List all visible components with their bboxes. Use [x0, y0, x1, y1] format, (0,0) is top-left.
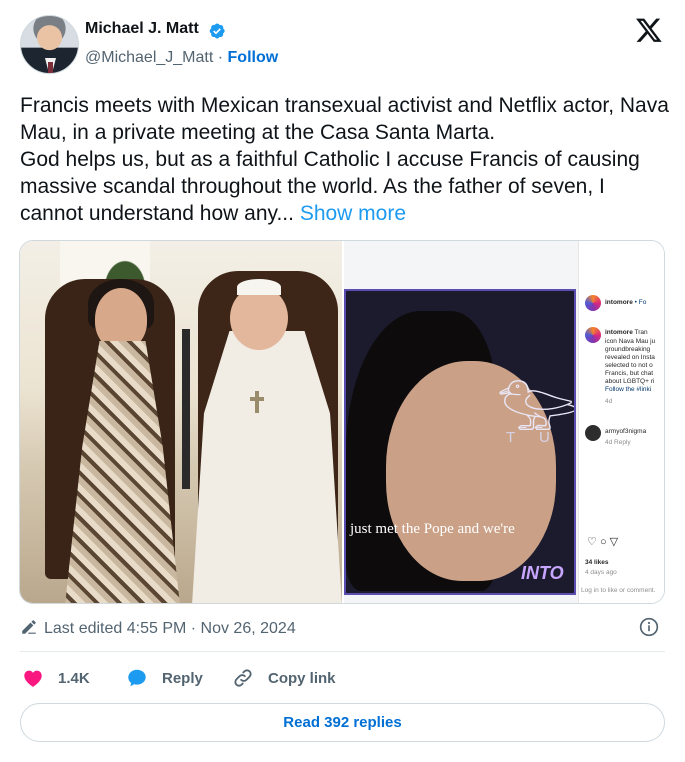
- avatar-tie: [48, 62, 53, 73]
- separator-dot: ·: [217, 49, 224, 66]
- author-avatar[interactable]: [20, 15, 79, 74]
- x-logo-icon[interactable]: [635, 16, 663, 44]
- ig-comment-line-5: Francis, but chat: [605, 370, 654, 377]
- photo-instagram-screenshot[interactable]: 𓅰 T U just met the Pope and we're INTO i…: [344, 241, 664, 603]
- video-sign-letters: T U: [506, 429, 560, 446]
- video-frame: 𓅰 T U just met the Pope and we're INTO: [344, 289, 576, 595]
- info-icon[interactable]: [639, 617, 659, 637]
- copy-link-button[interactable]: Copy link: [232, 666, 336, 690]
- tweet-embed-card: Michael J. Matt @Michael_J_Matt · Follow…: [0, 0, 685, 762]
- ig-comment-line-7: Follow the #linki: [605, 386, 652, 393]
- like-button[interactable]: 1.4K: [22, 666, 90, 690]
- show-more-link[interactable]: Show more: [300, 202, 406, 225]
- ig-comment-line-3: revealed on Insta: [605, 354, 655, 361]
- read-replies-button[interactable]: Read 392 replies: [20, 703, 665, 742]
- ig-date: 4 days ago: [585, 569, 617, 576]
- instagram-panel: intomore • Fo intomore Tran icon Nava Ma…: [578, 241, 664, 603]
- last-edited[interactable]: Last edited 4:55 PM · Nov 26, 2024: [20, 618, 296, 638]
- author-handle[interactable]: @Michael_J_Matt: [85, 49, 213, 66]
- ig-comment-line-4: selected to not o: [605, 362, 653, 369]
- author-name[interactable]: Michael J. Matt: [85, 20, 199, 38]
- copy-link-label: Copy link: [268, 669, 336, 687]
- author-handle-row: @Michael_J_Matt · Follow: [85, 49, 278, 67]
- ig-reply-avatar-icon: [585, 425, 601, 441]
- ig-comment-icon: ○: [599, 536, 607, 548]
- ig-heart-icon: ♡: [587, 536, 597, 548]
- into-logo: INTO: [521, 563, 564, 583]
- link-icon: [234, 669, 252, 687]
- photo-cane: [182, 329, 190, 489]
- photo-woman-face: [95, 288, 147, 350]
- ig-comment-author: intomore: [605, 329, 633, 336]
- ig-comment-tran: Tran: [634, 329, 648, 336]
- reply-label: Reply: [162, 669, 203, 687]
- ig-reply-meta: 4d Reply: [605, 439, 631, 446]
- ig-post-dot: •: [634, 299, 637, 306]
- ig-post-header: intomore • Fo: [605, 299, 646, 307]
- ig-reply-author: armyof3nigma: [605, 428, 647, 435]
- ig-comment-age: 4d: [605, 398, 613, 405]
- follow-link[interactable]: Follow: [228, 49, 279, 66]
- ig-login-prompt: Log in to like or comment.: [581, 587, 656, 594]
- ig-share-icon: ▽: [609, 536, 619, 548]
- reply-button[interactable]: Reply: [126, 666, 203, 690]
- ig-comment-avatar-icon: [585, 327, 601, 343]
- reply-bubble-icon: [128, 669, 146, 687]
- video-caption: just met the Pope and we're: [350, 521, 515, 537]
- tweet-paragraph-1: Francis meets with Mexican transexual ac…: [20, 94, 669, 144]
- ig-post-author: intomore: [605, 299, 633, 306]
- ig-comment-line-6: about LGBTQ+ ri: [605, 378, 655, 385]
- media-grid: 𓅰 T U just met the Pope and we're INTO i…: [19, 240, 665, 604]
- pectoral-cross-icon: [250, 391, 264, 413]
- ig-follow: Fo: [638, 299, 647, 306]
- ig-avatar-icon: [585, 295, 601, 311]
- tweet-paragraph-2: God helps us, but as a faithful Catholic…: [20, 146, 670, 227]
- ig-comment-header: intomore Tran: [605, 329, 648, 337]
- tweet-text: Francis meets with Mexican transexual ac…: [20, 92, 670, 227]
- ig-comment-line-2: groundbreaking: [605, 346, 651, 353]
- ig-actions: ♡ ○ ▽: [587, 535, 618, 548]
- divider: [20, 651, 665, 652]
- pencil-icon: [22, 620, 36, 634]
- ig-comment-line-1: icon Nava Mau ju: [605, 338, 656, 345]
- photo-pope-face: [230, 286, 288, 350]
- last-edited-text: Last edited 4:55 PM · Nov 26, 2024: [44, 620, 296, 637]
- photo-pope-zucchetto: [237, 279, 281, 295]
- verified-badge-icon: [209, 23, 225, 39]
- like-count: 1.4K: [58, 669, 90, 687]
- heart-icon: [24, 670, 42, 687]
- ig-likes: 34 likes: [585, 559, 609, 566]
- photo-meeting[interactable]: [20, 241, 342, 603]
